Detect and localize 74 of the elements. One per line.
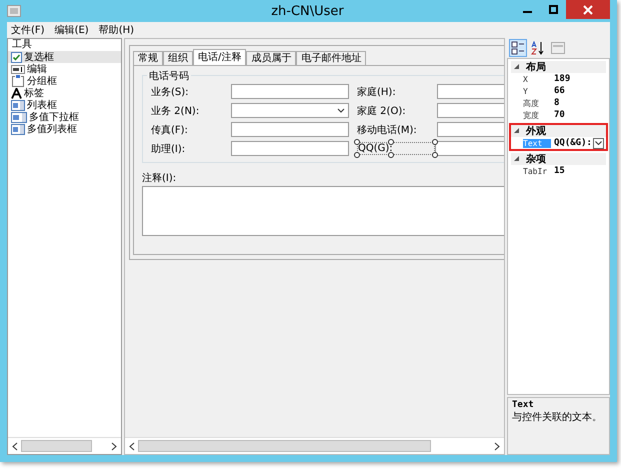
field-label: 传真(F): <box>151 124 189 136</box>
group-title: 电话号码 <box>147 69 191 83</box>
textbox-icon <box>11 64 25 74</box>
categorized-button[interactable] <box>509 39 527 57</box>
toolbox-item[interactable]: 分组框 <box>8 75 121 87</box>
scroll-left-icon <box>12 442 18 450</box>
letter-icon <box>11 88 22 98</box>
scroll-right-icon <box>111 442 117 450</box>
property-value: 8 <box>554 98 560 108</box>
description-text: 与控件关联的文本。 <box>512 410 603 424</box>
property-value: 189 <box>554 74 570 84</box>
property-name[interactable]: X <box>523 74 551 84</box>
scroll-right-icon <box>494 442 500 450</box>
maximize-icon <box>548 5 558 14</box>
property-name[interactable]: TabIr <box>523 166 551 176</box>
notes-field[interactable] <box>142 186 504 236</box>
property-name[interactable]: Y <box>523 86 551 96</box>
horizontal-scrollbar[interactable] <box>125 437 504 454</box>
checkbox-icon <box>11 52 22 62</box>
combo-box-icon <box>11 112 27 122</box>
menu-item[interactable]: 文件(F) <box>11 23 45 37</box>
field-label: 助理(I): <box>151 142 186 156</box>
tab[interactable]: 组织 <box>163 51 193 65</box>
field-label: 业务 2(N): <box>151 104 200 118</box>
list-box-icon <box>11 124 25 134</box>
property-pages-icon <box>551 42 565 54</box>
dropdown-field[interactable] <box>231 103 349 118</box>
categorized-icon <box>511 41 525 55</box>
collapse-icon[interactable] <box>514 156 520 162</box>
property-value: 66 <box>554 86 565 96</box>
toolbox-item[interactable]: 多值列表框 <box>8 123 121 135</box>
toolbox-item[interactable]: 复选框 <box>8 51 121 63</box>
sort-az-icon <box>531 41 545 55</box>
field-label: 家庭 2(O): <box>357 104 407 118</box>
description-title: Text <box>512 400 535 410</box>
tab[interactable]: 常规 <box>133 51 163 65</box>
tab[interactable]: 电话/注释 <box>193 49 246 65</box>
toolbox-item[interactable]: 标签 <box>8 87 121 99</box>
menu-item[interactable]: 帮助(H) <box>98 23 134 37</box>
chevron-down-icon <box>337 108 345 113</box>
notes-label: 注释(I): <box>142 172 178 185</box>
category-name: 布局 <box>526 60 546 74</box>
app-icon <box>7 5 21 17</box>
input-field[interactable] <box>231 141 349 156</box>
field-label: 业务(S): <box>151 86 190 98</box>
close-button[interactable] <box>566 0 610 19</box>
close-icon <box>583 4 593 14</box>
window-title: zh-CN\User <box>270 4 345 18</box>
chevron-down-icon <box>594 141 602 145</box>
property-name[interactable]: 高度 <box>523 98 551 108</box>
property-value: QQ(&G): <box>554 138 592 148</box>
menu-item[interactable]: 编辑(E) <box>54 23 89 37</box>
input-field[interactable] <box>231 84 349 99</box>
category-name: 外观 <box>526 124 546 138</box>
toolbox-item[interactable]: 多值下拉框 <box>8 111 121 123</box>
toolbox-header: 工具 <box>11 39 33 51</box>
list-box-icon <box>11 100 25 110</box>
group-box-icon <box>11 75 25 87</box>
property-name[interactable]: 宽度 <box>523 110 551 120</box>
toolbox-item[interactable]: 编辑 <box>8 63 121 75</box>
tab[interactable]: 成员属于 <box>246 51 296 65</box>
dropdown-button[interactable] <box>592 138 604 148</box>
horizontal-scrollbar[interactable] <box>8 437 121 454</box>
input-field[interactable] <box>231 122 349 137</box>
collapse-icon[interactable] <box>514 64 520 70</box>
tab[interactable]: 电子邮件地址 <box>296 51 366 65</box>
toolbox-item[interactable]: 列表框 <box>8 99 121 111</box>
field-label: 家庭(H): <box>357 86 397 98</box>
field-label: 移动电话(M): <box>357 124 418 136</box>
property-value: 70 <box>554 110 565 120</box>
collapse-icon[interactable] <box>514 128 520 134</box>
category-name: 杂项 <box>526 152 546 166</box>
property-value: 15 <box>554 166 565 176</box>
scroll-left-icon <box>129 442 135 450</box>
